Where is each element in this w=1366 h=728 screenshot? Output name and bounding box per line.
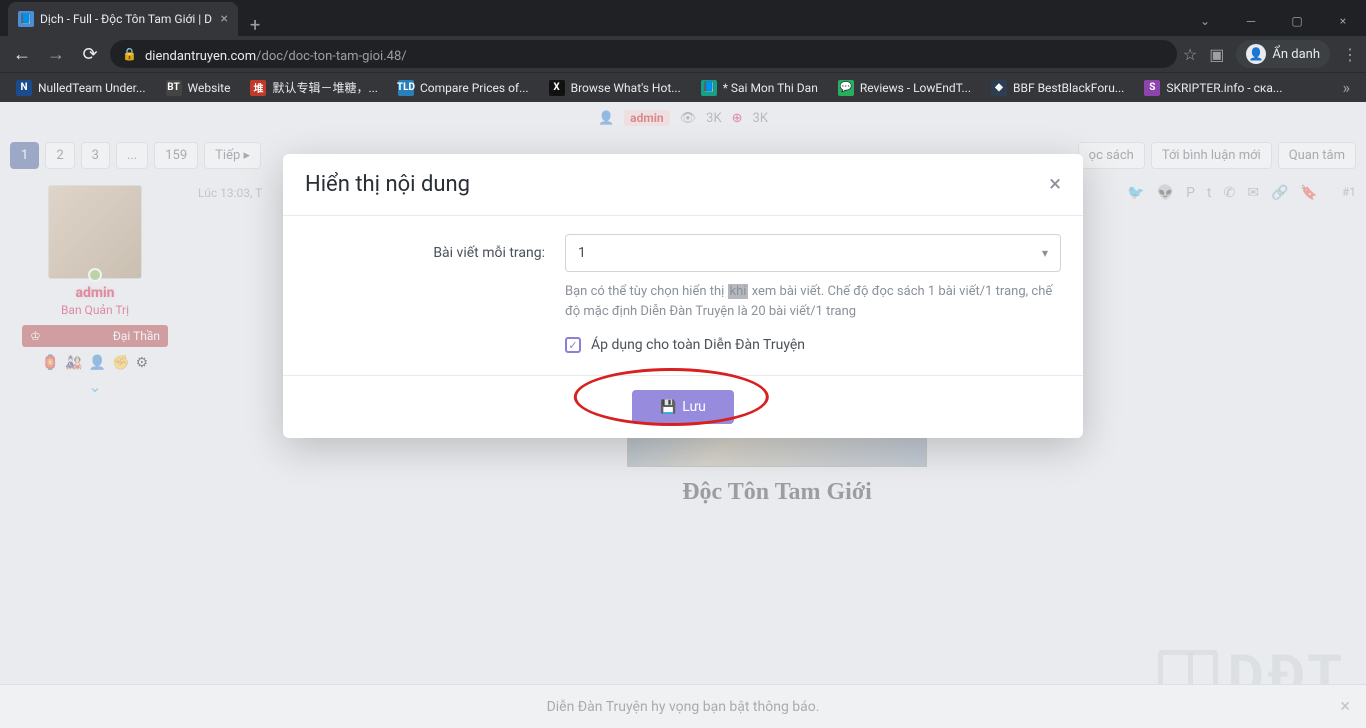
- chevron-down-icon[interactable]: ⌄: [1182, 6, 1228, 36]
- modal-close-icon[interactable]: ×: [1049, 172, 1061, 197]
- incognito-icon: 👤: [1246, 44, 1266, 64]
- posts-per-page-label: Bài viết mỗi trang:: [305, 245, 545, 261]
- help-text: Bạn có thể tùy chọn hiển thị khi xem bài…: [565, 282, 1061, 321]
- latest-comment-button[interactable]: Tới bình luận mới: [1151, 142, 1272, 169]
- notification-close-icon[interactable]: ×: [1340, 696, 1350, 717]
- maximize-icon[interactable]: ▢: [1274, 6, 1320, 36]
- online-indicator-icon: [88, 268, 102, 282]
- close-window-icon[interactable]: ×: [1320, 6, 1366, 36]
- username[interactable]: admin: [10, 285, 180, 301]
- watermark: DĐT: [1158, 642, 1347, 708]
- save-button[interactable]: 💾 Lưu: [632, 390, 734, 424]
- panel-icon[interactable]: ▣: [1209, 45, 1224, 64]
- address-bar: ← → ⟳ 🔒 diendantruyen.com/doc/doc-ton-ta…: [0, 36, 1366, 72]
- url-domain: diendantruyen.com: [145, 49, 256, 64]
- user-panel: admin Ban Quản Trị ♔Đại Thần 🏮🎎👤✊⚙ ⌄: [10, 185, 180, 506]
- page-number-button[interactable]: ...: [116, 142, 148, 169]
- read-mode-button[interactable]: ọc sách: [1078, 142, 1145, 169]
- reddit-icon[interactable]: 👽: [1157, 185, 1174, 201]
- bookmark-item[interactable]: TLDCompare Prices of...: [390, 75, 537, 100]
- window-controls: ⌄ ─ ▢ ×: [1182, 6, 1366, 36]
- post-number[interactable]: #1: [1342, 185, 1356, 201]
- bookmark-item[interactable]: 💬Reviews - LowEndT...: [830, 75, 979, 100]
- page-number-button[interactable]: 1: [10, 142, 39, 169]
- author-badge: admin: [624, 110, 669, 126]
- lock-icon: 🔒: [122, 47, 137, 61]
- page-number-button[interactable]: 3: [81, 142, 110, 169]
- tab-close-icon[interactable]: ×: [221, 11, 228, 27]
- bookmark-item[interactable]: SSKRIPTER.info - ска...: [1136, 75, 1290, 100]
- notification-bar: Diễn Đàn Truyện hy vọng bạn bật thông bá…: [0, 684, 1366, 728]
- link-icon[interactable]: 🔗: [1271, 185, 1288, 201]
- browser-titlebar: 📘 Dịch - Full - Độc Tôn Tam Giới | D × +…: [0, 0, 1366, 36]
- modal-title: Hiển thị nội dung: [305, 172, 470, 197]
- back-button[interactable]: ←: [8, 40, 36, 68]
- next-page-button[interactable]: Tiếp ▸: [204, 142, 261, 169]
- watch-button[interactable]: Quan tâm: [1278, 142, 1356, 169]
- bookmarks-overflow-icon[interactable]: »: [1335, 74, 1359, 101]
- forward-button[interactable]: →: [42, 40, 70, 68]
- book-title: Độc Tôn Tam Giới: [198, 479, 1356, 506]
- book-open-icon: [1158, 650, 1218, 700]
- page-number-button[interactable]: 2: [45, 142, 74, 169]
- display-settings-modal: Hiển thị nội dung × Bài viết mỗi trang: …: [283, 154, 1083, 438]
- menu-icon[interactable]: ⋮: [1342, 45, 1358, 64]
- bookmark-item[interactable]: 堆默认专辑－堆糖，...: [242, 75, 386, 100]
- bookmark-item[interactable]: NNulledTeam Under...: [8, 75, 154, 100]
- tab-title: Dịch - Full - Độc Tôn Tam Giới | D: [40, 12, 215, 26]
- bookmark-item[interactable]: ◆BBF BestBlackForu...: [983, 75, 1132, 100]
- apply-all-checkbox[interactable]: ✓: [565, 337, 581, 353]
- save-icon: 💾: [660, 400, 676, 415]
- tumblr-icon[interactable]: t: [1207, 185, 1212, 201]
- post-timestamp: Lúc 13:03, T: [198, 186, 262, 200]
- url-path: /doc/doc-ton-tam-gioi.48/: [256, 49, 407, 64]
- user-rank-badge: ♔Đại Thần: [22, 325, 168, 347]
- avatar[interactable]: [48, 185, 142, 279]
- page-content: 👤 admin 👁3K ⊕3K 123...159 Tiếp ▸ ọc sách…: [0, 102, 1366, 728]
- bookmark-icon[interactable]: 🔖: [1300, 185, 1317, 201]
- page-number-button[interactable]: 159: [154, 142, 198, 169]
- user-role: Ban Quản Trị: [10, 303, 180, 317]
- star-icon[interactable]: ☆: [1183, 45, 1197, 64]
- tab-favicon-icon: 📘: [18, 11, 34, 27]
- email-icon[interactable]: ✉: [1247, 185, 1259, 201]
- browser-tab[interactable]: 📘 Dịch - Full - Độc Tôn Tam Giới | D ×: [8, 2, 238, 36]
- incognito-badge[interactable]: 👤 Ẩn danh: [1236, 40, 1330, 68]
- posts-per-page-select[interactable]: 1 ▾: [565, 234, 1061, 272]
- minimize-icon[interactable]: ─: [1228, 6, 1274, 36]
- bookmark-item[interactable]: 📘* Sai Mon Thi Dan: [693, 75, 826, 100]
- user-badges: 🏮🎎👤✊⚙: [10, 355, 180, 371]
- pinterest-icon[interactable]: P: [1186, 185, 1195, 201]
- whatsapp-icon[interactable]: ✆: [1224, 185, 1236, 201]
- select-caret-icon: ▾: [1042, 246, 1048, 260]
- bookmark-item[interactable]: XBrowse What's Hot...: [541, 75, 689, 100]
- expand-user-icon[interactable]: ⌄: [10, 377, 180, 396]
- bookmark-item[interactable]: BTWebsite: [158, 75, 239, 100]
- thread-meta: 👤 admin 👁3K ⊕3K: [10, 108, 1356, 136]
- notification-text: Diễn Đàn Truyện hy vọng bạn bật thông bá…: [547, 699, 820, 715]
- twitter-icon[interactable]: 🐦: [1127, 185, 1144, 201]
- reload-button[interactable]: ⟳: [76, 40, 104, 68]
- new-tab-button[interactable]: +: [238, 15, 272, 36]
- url-box[interactable]: 🔒 diendantruyen.com/doc/doc-ton-tam-gioi…: [110, 40, 1177, 68]
- apply-all-label: Áp dụng cho toàn Diễn Đàn Truyện: [591, 337, 805, 353]
- bookmarks-bar: NNulledTeam Under...BTWebsite堆默认专辑－堆糖，..…: [0, 72, 1366, 102]
